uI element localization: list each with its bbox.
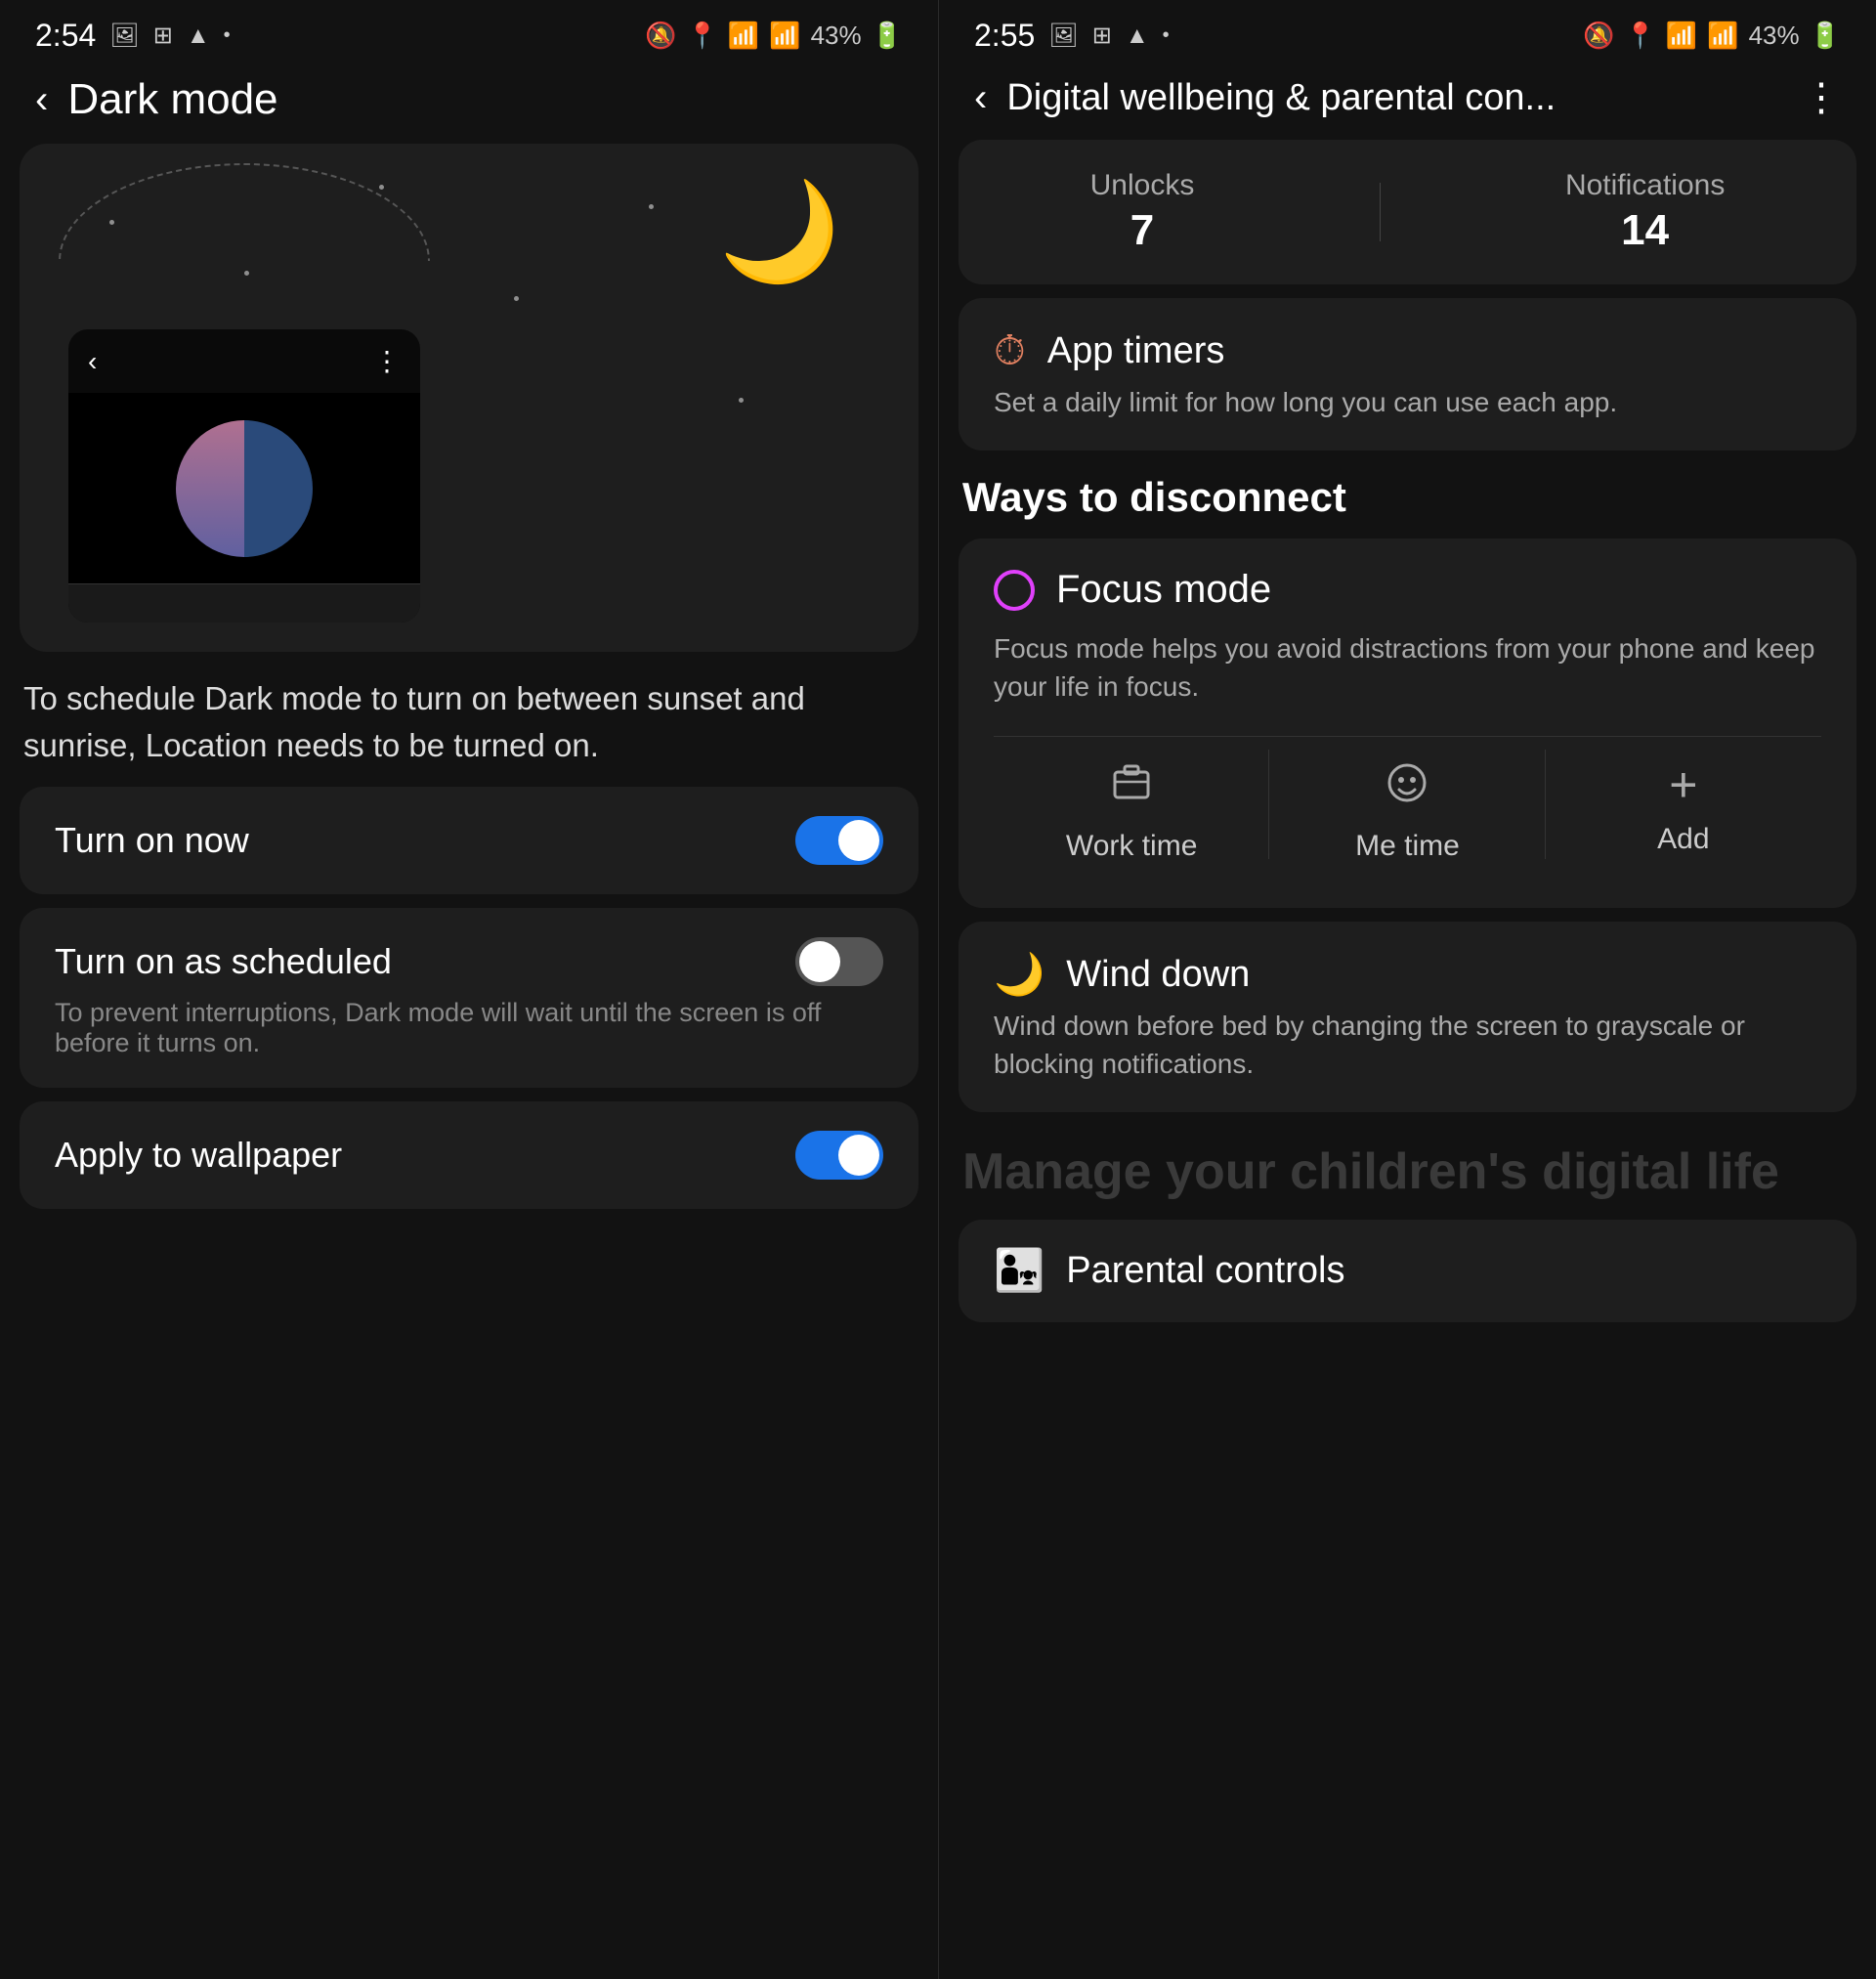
left-panel: 2:54 🖼 ⊞ ▲ • 🔕 📍 📶 📶 43% 🔋 ‹ Dark mode: [0, 0, 938, 1979]
wind-down-sub: Wind down before bed by changing the scr…: [994, 1007, 1821, 1083]
battery-icon-left: 🔋: [872, 21, 903, 51]
content-left: 🌙 ‹ ⋮ To schedule Dark mode to turn on b…: [0, 144, 938, 1979]
cloud-icon: ▲: [187, 22, 210, 50]
parental-controls-title: Parental controls: [1066, 1250, 1344, 1292]
app-timers-sub: Set a daily limit for how long you can u…: [994, 383, 1821, 421]
dark-mode-description: To schedule Dark mode to turn on between…: [20, 666, 918, 773]
parental-controls-icon: 👨‍👧: [994, 1247, 1045, 1295]
stats-divider: [1380, 183, 1381, 241]
cloud-icon-r: ▲: [1126, 22, 1149, 50]
ways-to-disconnect-heading: Ways to disconnect: [959, 464, 1856, 525]
app-logo: [176, 420, 313, 557]
unlocks-label: Unlocks: [1090, 169, 1195, 202]
signal-icon: 📶: [769, 21, 800, 51]
status-bar-left: 2:54 🖼 ⊞ ▲ • 🔕 📍 📶 📶 43% 🔋: [0, 0, 938, 64]
battery-left: 43%: [811, 21, 862, 51]
add-label: Add: [1657, 823, 1709, 856]
photo-icon: 🖼: [109, 22, 139, 50]
wind-down-card[interactable]: 🌙 Wind down Wind down before bed by chan…: [959, 922, 1856, 1112]
page-title-right: Digital wellbeing & parental con...: [1006, 77, 1782, 119]
time-left: 2:54: [35, 18, 96, 54]
app-timers-icon: ⏱: [994, 327, 1026, 375]
focus-modes-row: Work time Me time + Add: [994, 736, 1821, 873]
toggle-knob-on: [838, 820, 879, 861]
toggle-knob-off: [799, 941, 840, 982]
unlocks-stat: Unlocks 7: [1090, 169, 1195, 255]
mockup-back: ‹: [88, 346, 97, 377]
grid-icon: ⊞: [153, 22, 173, 50]
toggle-knob-wallpaper: [838, 1135, 879, 1176]
work-time-icon: [1109, 760, 1154, 816]
setting-scheduled[interactable]: Turn on as scheduled To prevent interrup…: [20, 908, 918, 1088]
turn-on-now-toggle[interactable]: [795, 816, 883, 865]
wind-down-icon: 🌙: [994, 951, 1045, 999]
right-panel: 2:55 🖼 ⊞ ▲ • 🔕 📍 📶 📶 43% 🔋 ‹ Digital wel…: [938, 0, 1876, 1979]
focus-mode-icon: [994, 570, 1035, 611]
wallpaper-label: Apply to wallpaper: [55, 1135, 342, 1176]
wind-down-title: Wind down: [1066, 954, 1250, 996]
me-time-icon: [1385, 760, 1429, 816]
dot-r: •: [1163, 24, 1170, 47]
scheduled-label: Turn on as scheduled: [55, 941, 392, 982]
app-timers-card[interactable]: ⏱ App timers Set a daily limit for how l…: [959, 298, 1856, 451]
wifi-icon: 📶: [728, 21, 759, 51]
focus-mode-card[interactable]: Focus mode Focus mode helps you avoid di…: [959, 538, 1856, 907]
scheduled-toggle[interactable]: [795, 937, 883, 986]
mockup-more: ⋮: [373, 345, 401, 377]
moon-icon: 🌙: [718, 183, 840, 280]
dot: •: [224, 24, 231, 47]
phone-mockup: ‹ ⋮: [68, 329, 420, 623]
notifications-stat: Notifications 14: [1565, 169, 1725, 255]
focus-mode-header: Focus mode: [994, 568, 1821, 612]
page-title-left: Dark mode: [67, 75, 903, 124]
top-nav-left: ‹ Dark mode: [0, 64, 938, 144]
me-time-label: Me time: [1355, 830, 1460, 863]
location-icon: 📍: [686, 21, 717, 51]
app-timers-row: ⏱ App timers: [994, 327, 1821, 375]
scheduled-sub: To prevent interruptions, Dark mode will…: [55, 998, 883, 1058]
work-time-label: Work time: [1066, 830, 1197, 863]
mockup-screen: [68, 393, 420, 583]
content-right: Unlocks 7 Notifications 14 ⏱ App timers …: [939, 140, 1876, 1979]
logo-left: [176, 420, 244, 557]
location-icon-r: 📍: [1624, 21, 1655, 51]
focus-mode-add[interactable]: + Add: [1546, 737, 1821, 873]
setting-turn-on-now[interactable]: Turn on now: [20, 787, 918, 894]
photo-icon-r: 🖼: [1048, 22, 1078, 50]
battery-right: 43%: [1749, 21, 1800, 51]
parental-controls-card[interactable]: 👨‍👧 Parental controls: [959, 1220, 1856, 1322]
focus-mode-me-time[interactable]: Me time: [1269, 737, 1545, 873]
notifications-value: 14: [1621, 206, 1669, 255]
turn-on-now-label: Turn on now: [55, 820, 249, 861]
silent-icon: 🔕: [645, 21, 676, 51]
battery-icon-right: 🔋: [1810, 21, 1841, 51]
time-right: 2:55: [974, 18, 1035, 54]
notifications-label: Notifications: [1565, 169, 1725, 202]
focus-mode-work-time[interactable]: Work time: [994, 737, 1269, 873]
setting-wallpaper[interactable]: Apply to wallpaper: [20, 1101, 918, 1209]
app-timers-title: App timers: [1047, 330, 1225, 372]
more-button-right[interactable]: ⋮: [1802, 75, 1841, 120]
status-bar-right: 2:55 🖼 ⊞ ▲ • 🔕 📍 📶 📶 43% 🔋: [939, 0, 1876, 64]
add-icon: +: [1669, 760, 1697, 809]
wind-down-header: 🌙 Wind down: [994, 951, 1821, 999]
manage-heading: Manage your children's digital life: [959, 1126, 1856, 1206]
dark-mode-preview: 🌙 ‹ ⋮: [20, 144, 918, 652]
signal-icon-r: 📶: [1707, 21, 1738, 51]
focus-mode-sub: Focus mode helps you avoid distractions …: [994, 629, 1821, 706]
top-nav-right: ‹ Digital wellbeing & parental con... ⋮: [939, 64, 1876, 140]
stats-row: Unlocks 7 Notifications 14: [959, 140, 1856, 284]
back-button-right[interactable]: ‹: [974, 76, 987, 120]
focus-mode-title: Focus mode: [1056, 568, 1271, 612]
logo-right: [244, 420, 313, 557]
back-button-left[interactable]: ‹: [35, 78, 48, 122]
wallpaper-toggle[interactable]: [795, 1131, 883, 1180]
wifi-icon-r: 📶: [1666, 21, 1697, 51]
silent-icon-r: 🔕: [1583, 21, 1614, 51]
unlocks-value: 7: [1130, 206, 1154, 255]
grid-icon-r: ⊞: [1092, 22, 1112, 50]
parental-controls-row: 👨‍👧 Parental controls: [994, 1247, 1821, 1295]
